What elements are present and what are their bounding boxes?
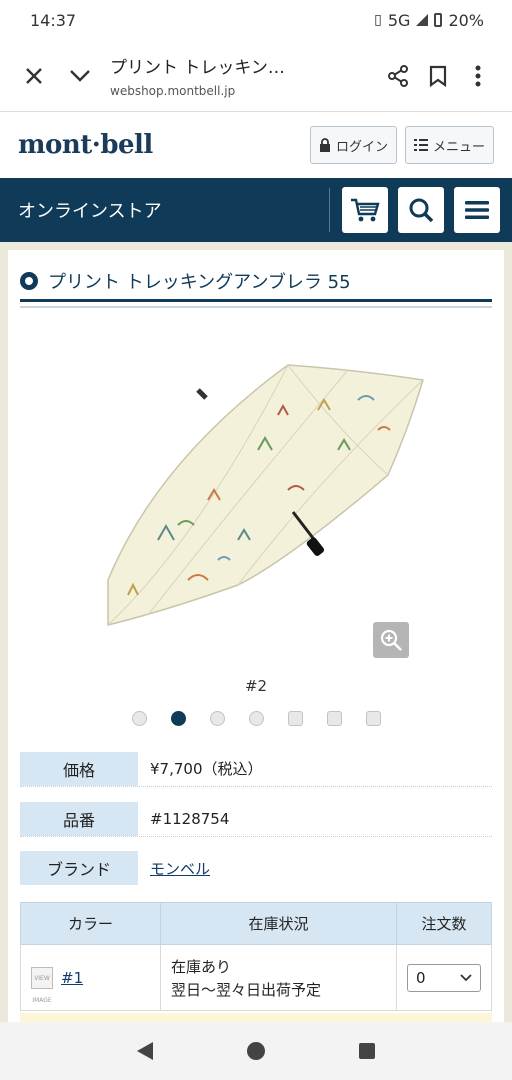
color-swatch[interactable]: VIEW IMAGE (31, 966, 53, 1004)
more-vert-icon[interactable] (458, 56, 498, 96)
carousel-dots (8, 711, 504, 726)
cart-button[interactable] (342, 187, 388, 233)
cart-icon (351, 198, 380, 222)
quantity-value: 0 (416, 968, 426, 987)
image-caption: #2 (244, 677, 268, 695)
bookmark-icon[interactable] (418, 56, 458, 96)
login-button[interactable]: ログイン (309, 126, 397, 164)
page-title: プリント トレッキン… (110, 58, 285, 78)
recents-icon[interactable] (359, 1043, 375, 1059)
color-cell: VIEW IMAGE #1 (20, 944, 161, 1011)
browser-toolbar: プリント トレッキン… webshop.montbell.jp (0, 40, 512, 112)
list-icon (413, 139, 428, 151)
store-bar: オンラインストア (0, 178, 512, 242)
search-button[interactable] (398, 187, 444, 233)
item-number-row: 品番 #1128754 (20, 801, 492, 837)
chevron-down-icon[interactable] (60, 56, 100, 96)
network-label: 5G (387, 10, 411, 30)
status-cell: 在庫あり 翌日～翌々日出荷予定 (160, 944, 397, 1011)
stock-status: 在庫あり (171, 957, 232, 976)
battery-icon (434, 13, 443, 27)
table-row-next (20, 1013, 492, 1022)
carousel-dot-active[interactable] (170, 711, 186, 726)
brand-link[interactable]: モンベル (150, 858, 210, 879)
zoom-button[interactable] (373, 622, 409, 658)
brand-row: ブランド モンベル (20, 850, 492, 886)
vibrate-icon: ▯ (374, 12, 382, 28)
item-number-label: 品番 (20, 801, 138, 836)
url-host: webshop.montbell.jp (110, 84, 236, 98)
carousel-dot[interactable] (248, 711, 264, 726)
hamburger-button[interactable] (454, 187, 500, 233)
price-label: 価格 (20, 751, 138, 786)
site-header: mont·bell ログイン メニュー (0, 112, 512, 178)
url-block[interactable]: プリント トレッキン… webshop.montbell.jp (100, 53, 378, 98)
column-header-status: 在庫状況 (160, 902, 397, 945)
divider (329, 188, 330, 232)
quantity-select[interactable]: 0 (407, 963, 481, 992)
zoom-in-icon (380, 629, 402, 651)
carousel-dot[interactable] (287, 711, 303, 726)
home-icon[interactable] (247, 1042, 265, 1060)
carousel-dot[interactable] (209, 711, 225, 726)
column-header-qty: 注文数 (396, 902, 492, 945)
login-label: ログイン (335, 139, 388, 155)
battery-level: 20% (448, 10, 484, 30)
carousel-dot[interactable] (326, 711, 342, 726)
system-nav-bar (0, 1022, 512, 1080)
back-icon[interactable] (137, 1042, 153, 1060)
hamburger-icon (465, 201, 489, 219)
color-link[interactable]: #1 (61, 969, 83, 987)
brand-label: ブランド (20, 851, 138, 885)
status-time: 14:37 (30, 10, 77, 30)
column-header-color: カラー (20, 902, 161, 945)
share-icon[interactable] (378, 56, 418, 96)
carousel-dot[interactable] (365, 711, 381, 726)
montbell-logo[interactable]: mont·bell (18, 130, 153, 160)
item-number-value: #1128754 (150, 809, 230, 828)
price-value: ¥7,700（税込） (150, 760, 263, 778)
product-image[interactable] (88, 340, 428, 640)
search-icon (409, 198, 434, 223)
table-row: VIEW IMAGE #1 在庫あり 翌日～翌々日出荷予定 0 (20, 944, 492, 1011)
product-title-row: プリント トレッキングアンブレラ 55 (20, 262, 492, 302)
carousel-dot[interactable] (131, 711, 147, 726)
table-header-row: カラー 在庫状況 注文数 (20, 902, 492, 945)
store-title[interactable]: オンラインストア (18, 197, 162, 223)
status-bar: 14:37 ▯ 5G 20% (0, 0, 512, 40)
lock-icon (319, 137, 330, 152)
menu-button[interactable]: メニュー (404, 126, 494, 164)
product-title: プリント トレッキングアンブレラ 55 (48, 271, 351, 293)
menu-label: メニュー (432, 139, 485, 155)
status-indicators: ▯ 5G 20% (374, 11, 484, 30)
qty-cell: 0 (396, 944, 492, 1011)
close-icon[interactable] (14, 56, 54, 96)
price-row: 価格 ¥7,700（税込） (20, 751, 492, 787)
signal-icon (416, 14, 429, 26)
chevron-down-icon (460, 973, 472, 981)
product-card: プリント トレッキングアンブレラ 55 #2 価格 ¥7,700（税込） 品番 … (8, 250, 504, 1022)
stock-table: カラー 在庫状況 注文数 VIEW IMAGE #1 在庫あり 翌日～翌々日出荷予… (20, 902, 492, 1011)
title-divider (20, 306, 492, 308)
shipping-estimate: 翌日～翌々日出荷予定 (171, 980, 322, 999)
ring-icon (20, 271, 38, 290)
